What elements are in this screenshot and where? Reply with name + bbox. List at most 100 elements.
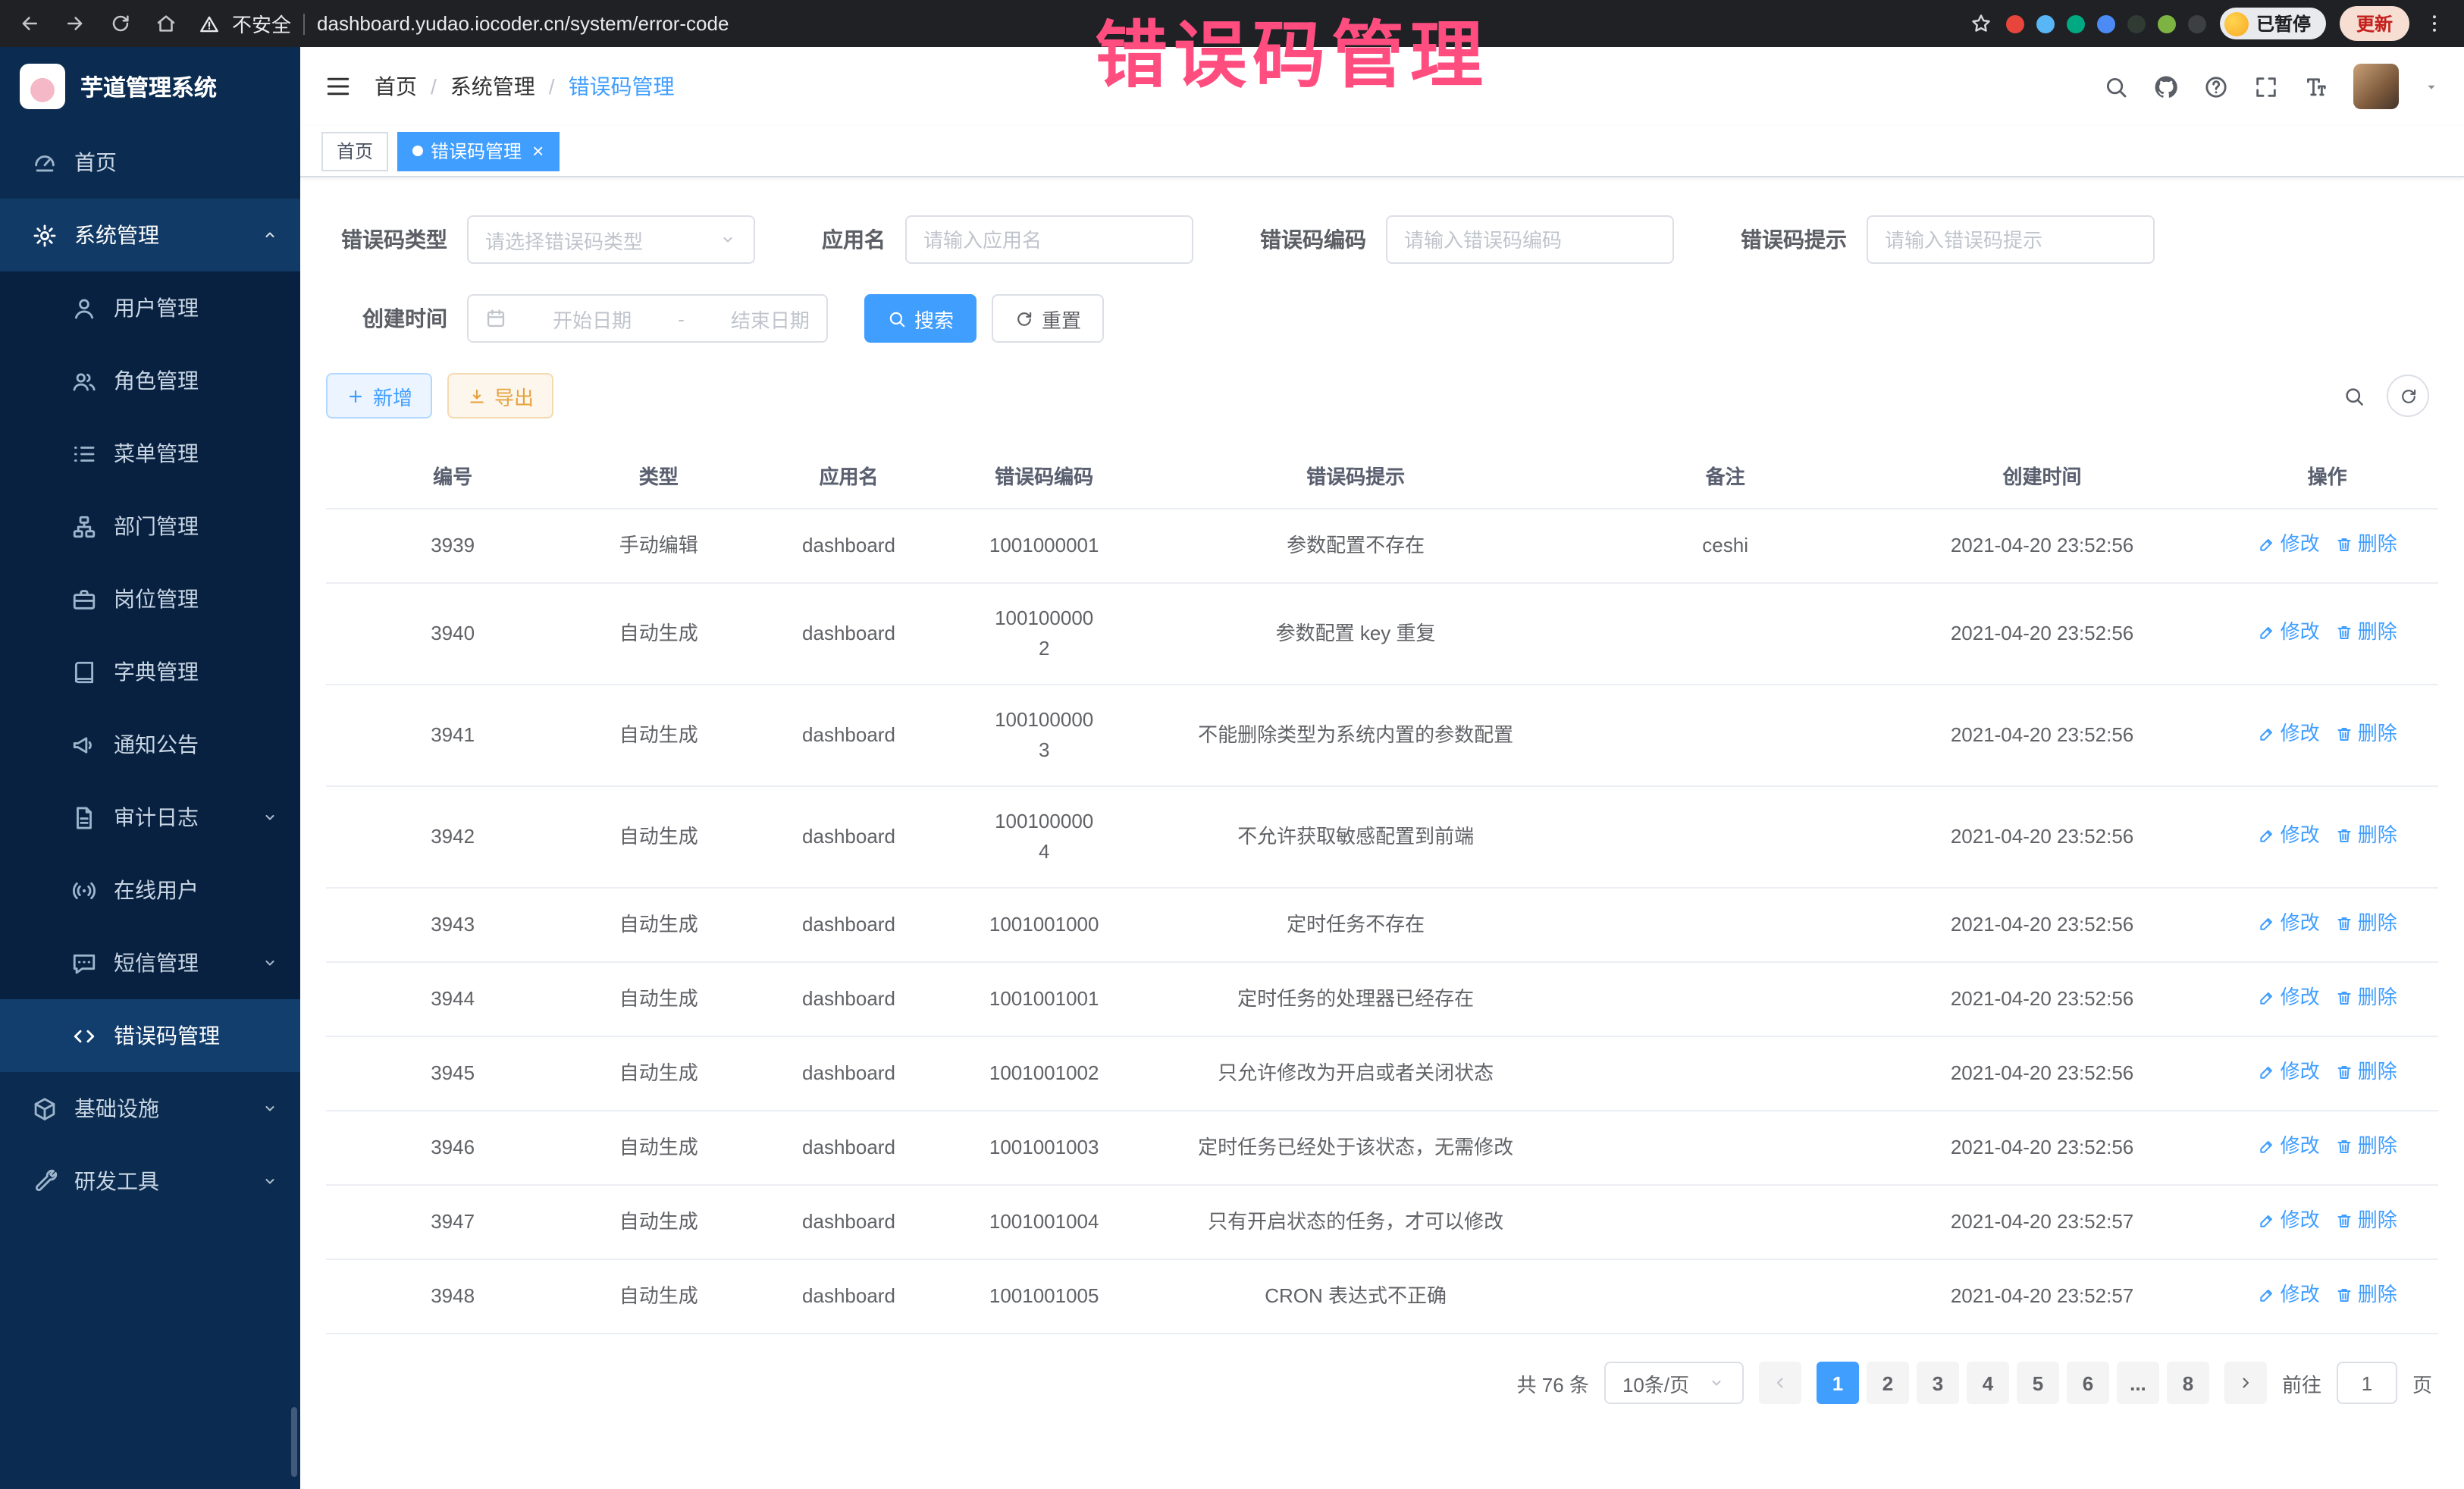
export-button[interactable]: 导出 [447, 373, 553, 418]
sidebar-item-user[interactable]: 用户管理 [0, 271, 300, 344]
sidebar-item-infra[interactable]: 基础设施 [0, 1072, 300, 1145]
edit-button[interactable]: 修改 [2258, 719, 2320, 749]
search-button[interactable]: 搜索 [864, 294, 977, 343]
cell-remark [1583, 1259, 1868, 1334]
sidebar-item-menu-list[interactable]: 菜单管理 [0, 417, 300, 490]
sidebar-item-online[interactable]: 在线用户 [0, 854, 300, 926]
leaf-extension-icon[interactable] [2158, 14, 2176, 33]
bookmark-star-icon[interactable] [1970, 12, 1992, 35]
search-icon[interactable] [2103, 74, 2129, 99]
home-icon[interactable] [155, 12, 177, 35]
sidebar-item-label: 短信管理 [114, 948, 199, 978]
edit-button[interactable]: 修改 [2258, 820, 2320, 851]
add-button[interactable]: 新增 [326, 373, 432, 418]
delete-button[interactable]: 删除 [2335, 1131, 2397, 1161]
back-icon[interactable] [18, 12, 41, 35]
cell-app: dashboard [738, 1259, 960, 1334]
blue-drop-extension-icon[interactable] [2036, 14, 2055, 33]
delete-button[interactable]: 删除 [2335, 529, 2397, 560]
edit-button[interactable]: 修改 [2258, 1205, 2320, 1236]
edit-button[interactable]: 修改 [2258, 908, 2320, 939]
error-hint-input[interactable] [1885, 228, 2136, 251]
delete-button[interactable]: 删除 [2335, 617, 2397, 647]
error-type-select[interactable]: 请选择错误码类型 [467, 215, 755, 264]
more-pages-button[interactable]: ... [2117, 1362, 2159, 1404]
sidebar-item-megaphone[interactable]: 通知公告 [0, 708, 300, 781]
page-button-6[interactable]: 6 [2067, 1362, 2109, 1404]
address-bar[interactable]: 不安全 dashboard.yudao.iocoder.cn/system/er… [199, 9, 1948, 38]
delete-button[interactable]: 删除 [2335, 983, 2397, 1013]
cell-id: 3944 [326, 962, 579, 1036]
record-extension-icon[interactable] [2006, 14, 2024, 33]
goto-page-input[interactable] [2337, 1362, 2397, 1404]
download-icon [467, 386, 487, 406]
forward-icon[interactable] [64, 12, 86, 35]
cell-time: 2021-04-20 23:52:56 [1868, 786, 2217, 888]
sidebar-scrollbar[interactable] [291, 1407, 297, 1477]
delete-button[interactable]: 删除 [2335, 908, 2397, 939]
delete-button[interactable]: 删除 [2335, 1280, 2397, 1310]
breadcrumb-system[interactable]: 系统管理 [450, 71, 535, 102]
reload-icon[interactable] [109, 12, 132, 35]
edit-button[interactable]: 修改 [2258, 529, 2320, 560]
page-button-2[interactable]: 2 [1867, 1362, 1909, 1404]
edit-button[interactable]: 修改 [2258, 983, 2320, 1013]
font-size-icon[interactable] [2303, 74, 2329, 99]
app-name-input[interactable] [923, 228, 1175, 251]
sidebar-item-book[interactable]: 字典管理 [0, 635, 300, 708]
page-button-4[interactable]: 4 [1967, 1362, 2009, 1404]
fullscreen-icon[interactable] [2253, 74, 2279, 99]
refresh-table-button[interactable] [2387, 375, 2429, 417]
sidebar-item-users[interactable]: 角色管理 [0, 344, 300, 417]
question-icon[interactable] [2203, 74, 2229, 99]
tab-error-code[interactable]: 错误码管理 × [397, 131, 559, 171]
prev-page-button[interactable] [1759, 1362, 1801, 1404]
close-icon[interactable]: × [532, 141, 544, 161]
sidebar-item-org[interactable]: 部门管理 [0, 490, 300, 563]
date-range-picker[interactable]: 开始日期 - 结束日期 [467, 294, 828, 343]
edit-button[interactable]: 修改 [2258, 617, 2320, 647]
extension-icons [2006, 14, 2206, 33]
breadcrumb-home[interactable]: 首页 [375, 71, 417, 102]
page-button-5[interactable]: 5 [2017, 1362, 2059, 1404]
dark-on-extension-icon[interactable] [2127, 14, 2146, 33]
toggle-search-icon[interactable] [2343, 384, 2365, 407]
kebab-menu-icon[interactable] [2423, 12, 2446, 35]
grid-extension-icon[interactable] [2097, 14, 2115, 33]
delete-button[interactable]: 删除 [2335, 1057, 2397, 1087]
edit-button[interactable]: 修改 [2258, 1131, 2320, 1161]
sidebar-item-gear[interactable]: 系统管理 [0, 199, 300, 271]
caret-down-icon[interactable] [2423, 78, 2440, 95]
edit-button[interactable]: 修改 [2258, 1280, 2320, 1310]
delete-button[interactable]: 删除 [2335, 1205, 2397, 1236]
profile-chip[interactable]: 已暂停 [2220, 8, 2326, 39]
hamburger-icon[interactable] [324, 73, 352, 100]
green-check-extension-icon[interactable] [2067, 14, 2085, 33]
update-button[interactable]: 更新 [2340, 6, 2409, 41]
delete-button[interactable]: 删除 [2335, 820, 2397, 851]
delete-button[interactable]: 删除 [2335, 719, 2397, 749]
page-size-select[interactable]: 10条/页 [1604, 1362, 1744, 1404]
chevron-down-icon [261, 1099, 279, 1118]
sidebar-item-dashboard[interactable]: 首页 [0, 126, 300, 199]
page-button-3[interactable]: 3 [1917, 1362, 1959, 1404]
edit-button[interactable]: 修改 [2258, 1057, 2320, 1087]
sidebar-item-log[interactable]: 审计日志 [0, 781, 300, 854]
pin-extension-icon[interactable] [2188, 14, 2206, 33]
github-icon[interactable] [2153, 74, 2179, 99]
cell-id: 3946 [326, 1111, 579, 1185]
page-button-8[interactable]: 8 [2167, 1362, 2209, 1404]
sidebar-item-code[interactable]: 错误码管理 [0, 999, 300, 1072]
tab-home[interactable]: 首页 [321, 131, 388, 171]
reset-button[interactable]: 重置 [992, 294, 1104, 343]
cell-remark: ceshi [1583, 509, 1868, 583]
goto-label: 前往 [2282, 1368, 2321, 1397]
sidebar-item-sms[interactable]: 短信管理 [0, 926, 300, 999]
sidebar-item-tools[interactable]: 研发工具 [0, 1145, 300, 1218]
user-avatar[interactable] [2353, 64, 2399, 109]
next-page-button[interactable] [2224, 1362, 2267, 1404]
page-button-1[interactable]: 1 [1817, 1362, 1859, 1404]
error-code-input[interactable] [1404, 228, 1656, 251]
column-header: 编号 [326, 443, 579, 509]
sidebar-item-briefcase[interactable]: 岗位管理 [0, 563, 300, 635]
